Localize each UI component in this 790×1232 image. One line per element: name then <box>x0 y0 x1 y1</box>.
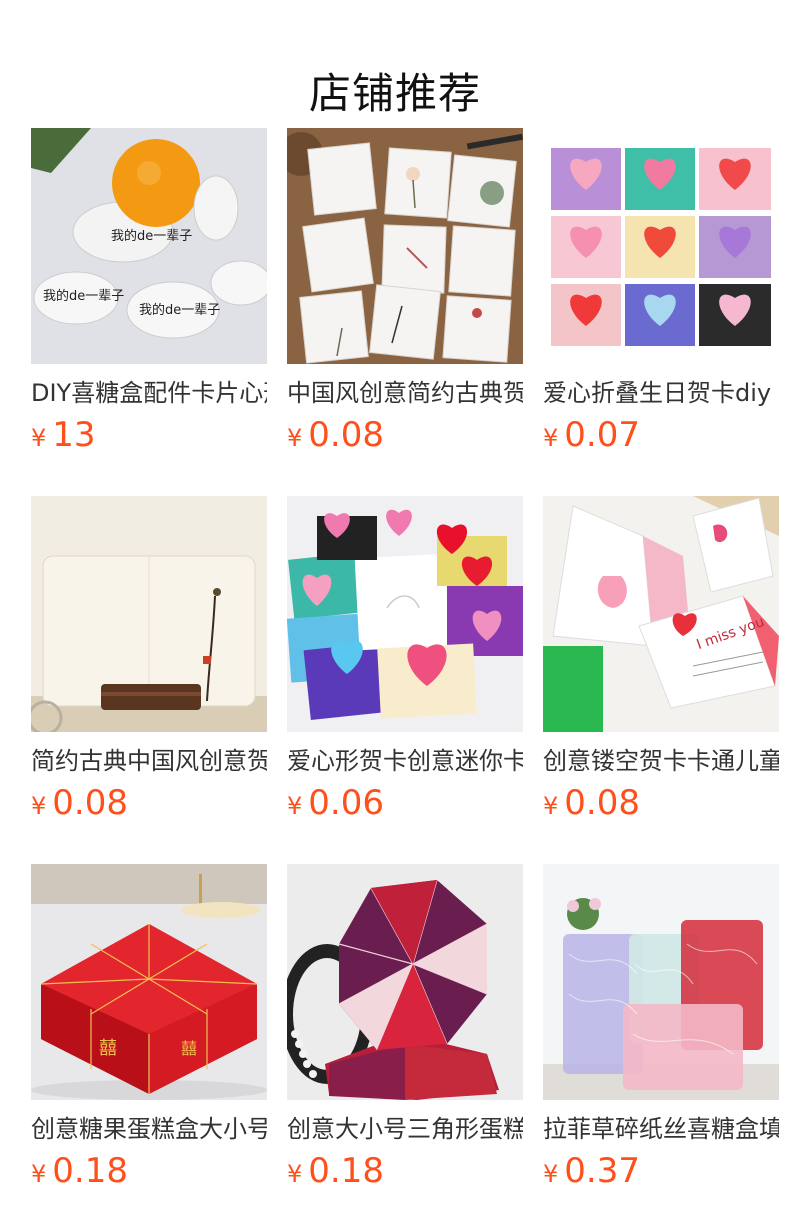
product-name[interactable]: 创意糖果蛋糕盒大小号 <box>31 1112 267 1146</box>
product-image[interactable] <box>287 128 523 364</box>
product-image[interactable] <box>31 496 267 732</box>
currency-symbol: ¥ <box>287 792 303 820</box>
product-card[interactable]: 拉菲草碎纸丝喜糖盒填充 ¥0.37 <box>543 864 779 1232</box>
product-card[interactable]: 中国风创意简约古典贺卡 ¥0.08 <box>287 128 523 496</box>
product-image[interactable] <box>287 864 523 1100</box>
product-card[interactable]: 爱心折叠生日贺卡diy ¥0.07 <box>543 128 779 496</box>
price-value: 0.08 <box>308 415 384 455</box>
product-name[interactable]: 创意镂空贺卡卡通儿童 <box>543 744 779 778</box>
svg-text:囍: 囍 <box>181 1039 197 1058</box>
product-image[interactable]: 我的de一辈子 我的de一辈子 我的de一辈子 <box>31 128 267 364</box>
currency-symbol: ¥ <box>31 792 47 820</box>
product-price: ¥13 <box>31 414 267 456</box>
product-price: ¥0.06 <box>287 782 523 824</box>
price-value: 0.06 <box>308 783 384 823</box>
svg-text:我的de一辈子: 我的de一辈子 <box>43 288 124 304</box>
product-card[interactable]: 创意大小号三角形蛋糕盒 ¥0.18 <box>287 864 523 1232</box>
currency-symbol: ¥ <box>287 1160 303 1188</box>
price-value: 0.37 <box>564 1151 640 1191</box>
price-value: 0.08 <box>52 783 128 823</box>
product-price: ¥0.18 <box>287 1150 523 1192</box>
product-name[interactable]: 爱心折叠生日贺卡diy <box>543 376 779 410</box>
product-name[interactable]: 拉菲草碎纸丝喜糖盒填充 <box>543 1112 779 1146</box>
product-card[interactable]: 我的de一辈子 我的de一辈子 我的de一辈子 DIY喜糖盒配件卡片心形 ¥13 <box>31 128 267 496</box>
price-value: 13 <box>52 415 96 455</box>
svg-text:囍: 囍 <box>99 1038 117 1059</box>
currency-symbol: ¥ <box>31 424 47 452</box>
product-card[interactable]: 简约古典中国风创意贺卡 ¥0.08 <box>31 496 267 864</box>
product-price: ¥0.08 <box>287 414 523 456</box>
currency-symbol: ¥ <box>543 792 559 820</box>
product-card[interactable]: 囍 囍 创意糖果蛋糕盒大小号 ¥0.18 <box>31 864 267 1232</box>
currency-symbol: ¥ <box>543 424 559 452</box>
price-value: 0.18 <box>52 1151 128 1191</box>
currency-symbol: ¥ <box>543 1160 559 1188</box>
product-image[interactable] <box>543 864 779 1100</box>
product-price: ¥0.08 <box>31 782 267 824</box>
price-value: 0.18 <box>308 1151 384 1191</box>
currency-symbol: ¥ <box>31 1160 47 1188</box>
product-card[interactable]: I miss you 创意镂空贺卡卡通儿童 ¥0.08 <box>543 496 779 864</box>
svg-text:我的de一辈子: 我的de一辈子 <box>111 228 192 244</box>
currency-symbol: ¥ <box>287 424 303 452</box>
product-name[interactable]: 爱心形贺卡创意迷你卡片 <box>287 744 523 778</box>
product-image[interactable]: I miss you <box>543 496 779 732</box>
product-name[interactable]: 简约古典中国风创意贺卡 <box>31 744 267 778</box>
price-value: 0.08 <box>564 783 640 823</box>
product-price: ¥0.37 <box>543 1150 779 1192</box>
product-price: ¥0.07 <box>543 414 779 456</box>
product-price: ¥0.18 <box>31 1150 267 1192</box>
product-name[interactable]: 中国风创意简约古典贺卡 <box>287 376 523 410</box>
product-card[interactable]: 爱心形贺卡创意迷你卡片 ¥0.06 <box>287 496 523 864</box>
product-image[interactable] <box>543 128 779 364</box>
product-name[interactable]: DIY喜糖盒配件卡片心形 <box>31 376 267 410</box>
page-title: 店铺推荐 <box>308 69 481 119</box>
product-name[interactable]: 创意大小号三角形蛋糕盒 <box>287 1112 523 1146</box>
price-value: 0.07 <box>564 415 640 455</box>
svg-text:我的de一辈子: 我的de一辈子 <box>139 302 220 318</box>
product-grid: 我的de一辈子 我的de一辈子 我的de一辈子 DIY喜糖盒配件卡片心形 ¥13 <box>31 128 779 1232</box>
product-image[interactable] <box>287 496 523 732</box>
product-image[interactable]: 囍 囍 <box>31 864 267 1100</box>
product-price: ¥0.08 <box>543 782 779 824</box>
